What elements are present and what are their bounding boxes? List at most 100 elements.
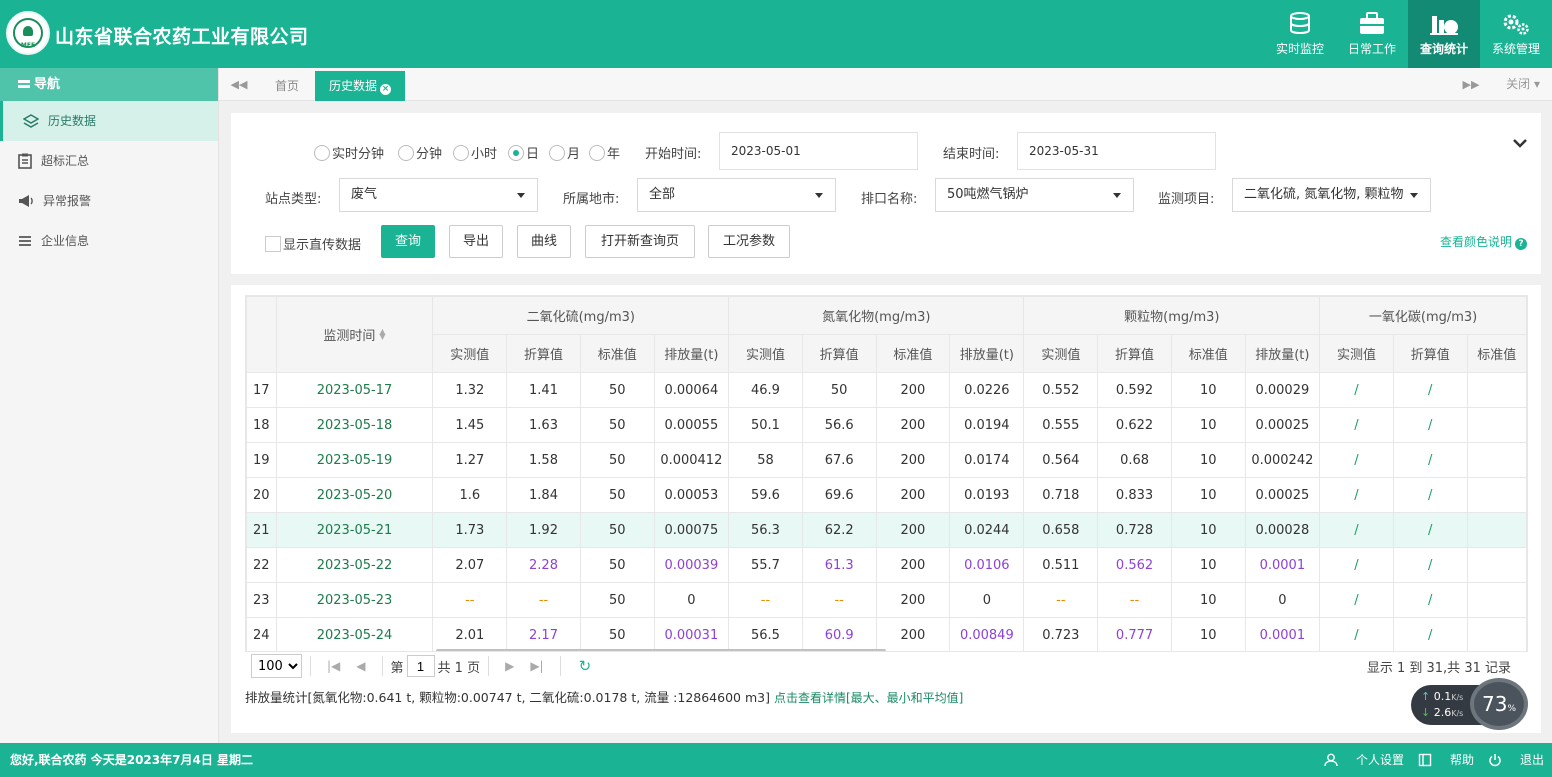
value-cell: 56.5 [728, 617, 803, 651]
value-cell: 0.511 [1023, 547, 1099, 583]
value-cell [1466, 372, 1527, 408]
emission-stats: 排放量统计[氮氧化物:0.641 t, 颗粒物:0.00747 t, 二氧化硫:… [245, 690, 964, 705]
radio-minute[interactable]: 分钟 [398, 143, 442, 162]
value-cell: 50 [579, 512, 655, 548]
value-cell: 0.68 [1097, 442, 1172, 478]
export-button[interactable]: 导出 [449, 225, 503, 258]
value-cell: 10 [1170, 547, 1246, 583]
download-arrow-icon: ↓ [1421, 706, 1431, 719]
page-size-select[interactable]: 100 [251, 654, 302, 678]
radio-realtime-minute[interactable]: 实时分钟 [314, 143, 384, 162]
end-time-input[interactable]: 2023-05-31 [1017, 132, 1216, 170]
value-cell: 0.592 [1097, 372, 1172, 408]
table-row[interactable]: 24 2023-05-24 2.01 2.17 50 0.00031 56.5 60.9 200… [246, 617, 1527, 651]
subheader-cell: 折算值 [1097, 334, 1172, 373]
sidebar-item-company-info[interactable]: 企业信息 [0, 221, 218, 261]
curve-button[interactable]: 曲线 [517, 225, 571, 258]
value-cell [1466, 442, 1527, 478]
table-row[interactable]: 23 2023-05-23 -- -- 50 0 -- -- 200 0 -- -- 10 0// [246, 582, 1527, 618]
table-row[interactable]: 19 2023-05-19 1.27 1.58 50 0.000412 58 67.6 200 0… [246, 442, 1527, 478]
value-cell: 0.00029 [1244, 372, 1321, 408]
value-cell: 0 [1244, 582, 1321, 618]
tab-home[interactable]: 首页 [261, 71, 313, 101]
region-select[interactable]: 全部 [637, 178, 836, 212]
value-cell: 0.00053 [653, 477, 730, 513]
outlet-select[interactable]: 50吨燃气锅炉 [935, 178, 1134, 212]
value-cell [1466, 617, 1527, 651]
page-number-input[interactable] [406, 655, 435, 677]
value-cell [1466, 477, 1527, 513]
value-cell: 0.728 [1097, 512, 1172, 548]
subheader-cell: 标准值 [1466, 334, 1527, 373]
table-row[interactable]: 20 2023-05-20 1.6 1.84 50 0.00053 59.6 69.6 200 0… [246, 477, 1527, 513]
last-page-icon[interactable]: ▶| [530, 659, 543, 673]
collapse-chevron-icon[interactable] [1513, 137, 1527, 152]
site-type-select[interactable]: 废气 [339, 178, 538, 212]
monitor-time-cell: 2023-05-22 [275, 547, 434, 583]
database-icon [1290, 12, 1310, 35]
first-page-icon[interactable]: |◀ [327, 659, 340, 673]
logout-link[interactable]: 退出 [1488, 743, 1544, 777]
table-row[interactable]: 17 2023-05-17 1.32 1.41 50 0.00064 46.9 50 200 0.… [246, 372, 1527, 408]
sort-icon[interactable]: ▲ ▼ [379, 328, 385, 341]
gears-icon [1503, 14, 1529, 35]
query-button[interactable]: 查询 [381, 225, 435, 258]
nav-daily-work[interactable]: 日常工作 [1336, 0, 1408, 68]
value-cell: 56.3 [728, 512, 803, 548]
start-time-input[interactable]: 2023-05-01 [719, 132, 918, 170]
prev-page-icon[interactable]: ◀ [356, 659, 365, 673]
value-cell: 0.00025 [1244, 407, 1321, 443]
radio-hour[interactable]: 小时 [453, 143, 497, 162]
sidebar-item-exceed-summary[interactable]: 超标汇总 [0, 141, 218, 181]
value-cell: 200 [875, 582, 951, 618]
personal-settings-link[interactable]: 个人设置 [1324, 743, 1404, 777]
close-icon[interactable]: × [380, 84, 392, 95]
table-panel: 监测时间 ▲ ▼ 二氧化硫(mg/m3) 氮氧化物(mg/m3) 颗粒物(mg/m3… [231, 285, 1541, 733]
sidebar-item-alarm[interactable]: 异常报警 [0, 181, 218, 221]
stats-detail-link[interactable]: 点击查看详情[最大、最小和平均值] [774, 691, 963, 705]
working-params-button[interactable]: 工况参数 [708, 225, 790, 258]
help-link[interactable]: 帮助 [1418, 743, 1474, 777]
tab-close-all[interactable]: 关闭 ▾ [1506, 68, 1540, 101]
nav-system-admin[interactable]: 系统管理 [1480, 0, 1552, 68]
tab-scroll-right-icon[interactable]: ▶▶ [1451, 68, 1491, 101]
row-number: 19 [246, 442, 277, 478]
memory-percent-circle[interactable]: 73% [1470, 678, 1528, 730]
subheader-cell: 标准值 [579, 334, 655, 373]
row-number: 20 [246, 477, 277, 513]
value-cell: 50.1 [728, 407, 803, 443]
value-cell: -- [728, 582, 803, 618]
outlet-label: 排口名称: [861, 192, 918, 207]
show-direct-data-checkbox[interactable]: 显示直传数据 [265, 234, 361, 253]
footer-links: 个人设置 帮助 退出 [1310, 743, 1544, 777]
value-cell: 50 [579, 582, 655, 618]
nav-query-stats[interactable]: 查询统计 [1408, 0, 1480, 68]
table-row[interactable]: 18 2023-05-18 1.45 1.63 50 0.00055 50.1 56.6 200… [246, 407, 1527, 443]
monitor-time-cell: 2023-05-23 [275, 582, 434, 618]
value-cell [1466, 547, 1527, 583]
table-row[interactable]: 22 2023-05-22 2.07 2.28 50 0.00039 55.7 61.3 200… [246, 547, 1527, 583]
tab-scroll-left-icon[interactable]: ◀◀ [219, 68, 259, 101]
layers-icon [23, 114, 39, 128]
sidebar: 导航 历史数据 超标汇总 异常报警 企业信息 [0, 68, 219, 743]
value-cell: 1.63 [506, 407, 581, 443]
radio-month[interactable]: 月 [549, 143, 580, 162]
open-new-query-button[interactable]: 打开新查询页 [585, 225, 695, 258]
radio-day[interactable]: 日 [508, 143, 539, 162]
value-cell: 0 [653, 582, 730, 618]
refresh-icon[interactable]: ↻ [579, 657, 592, 675]
value-cell: 10 [1170, 477, 1246, 513]
tab-history-data[interactable]: 历史数据 × [315, 71, 406, 101]
sidebar-item-history-data[interactable]: 历史数据 [0, 101, 218, 141]
value-cell: 0.0174 [949, 442, 1025, 478]
briefcase-icon [1360, 12, 1384, 34]
color-help-link[interactable]: 查看颜色说明? [1440, 233, 1527, 250]
row-number: 22 [246, 547, 277, 583]
nav-realtime-monitor[interactable]: 实时监控 [1264, 0, 1336, 68]
radio-year[interactable]: 年 [589, 143, 620, 162]
monitor-items-select[interactable]: 二氧化硫, 氮氧化物, 颗粒物 [1232, 178, 1431, 212]
value-cell: / [1392, 372, 1468, 408]
table-row[interactable]: 21 2023-05-21 1.73 1.92 50 0.00075 56.3 62.2 200… [246, 512, 1527, 548]
next-page-icon[interactable]: ▶ [505, 659, 514, 673]
monitor-time-header[interactable]: 监测时间 ▲ ▼ [275, 296, 434, 373]
